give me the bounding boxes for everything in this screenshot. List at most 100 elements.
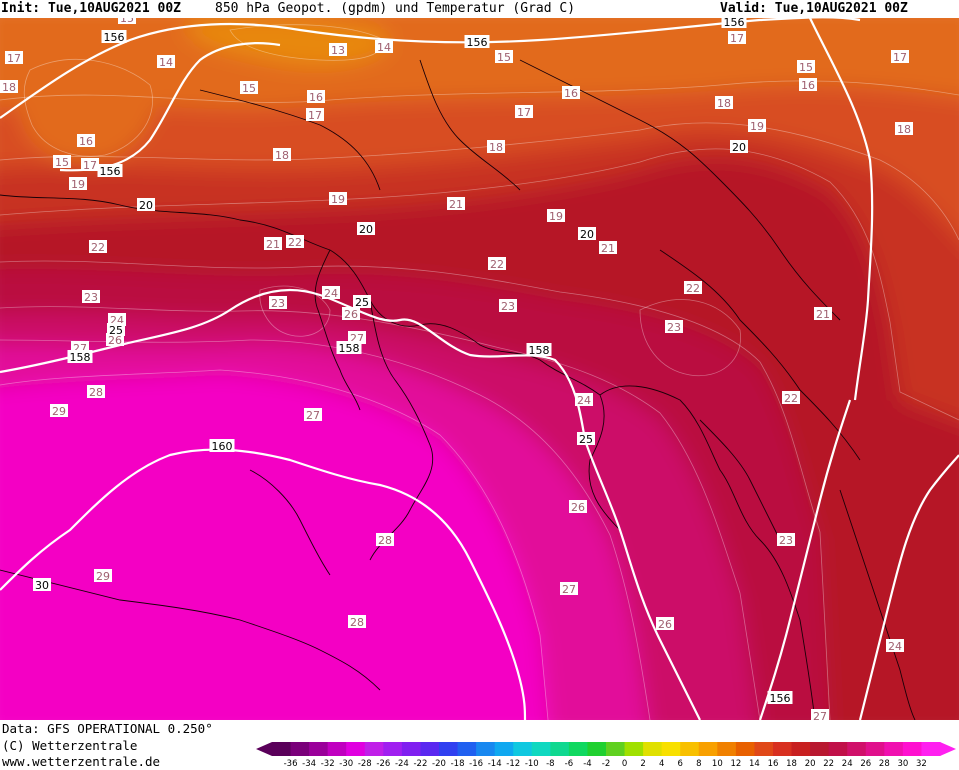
geopot-label-text: 25 (109, 324, 123, 337)
temp-label-20: 18 (273, 148, 291, 162)
legend-tick: -16 (469, 759, 483, 769)
legend-tick: 30 (897, 759, 908, 769)
temp-label-text: 29 (96, 570, 110, 583)
legend-swatch (309, 742, 329, 756)
geopot-label-text: 20 (732, 141, 746, 154)
temp-label-57: 24 (886, 639, 904, 653)
temp-label-text: 22 (784, 392, 798, 405)
legend-swatch (606, 742, 626, 756)
legend-tick: 10 (712, 759, 723, 769)
temp-label-text: 19 (71, 178, 85, 191)
temp-label-56: 26 (656, 617, 674, 631)
legend-swatch (735, 742, 755, 756)
temp-label-38: 26 (342, 307, 360, 321)
geopot-label-13: 25 (577, 432, 595, 446)
legend-swatch (327, 742, 347, 756)
temp-label-9: 16 (799, 78, 817, 92)
temp-label-11: 15 (240, 81, 258, 95)
temp-label-text: 21 (449, 198, 463, 211)
geopot-label-7: 20 (730, 140, 748, 154)
legend-swatch (476, 742, 496, 756)
temp-label-text: 21 (816, 308, 830, 321)
temp-label-13: 16 (562, 86, 580, 100)
legend-swatch (457, 742, 477, 756)
legend-arrow-left (256, 742, 272, 756)
geopot-label-15: 30 (33, 578, 51, 592)
legend-tick: 32 (916, 759, 927, 769)
legend-swatch (661, 742, 681, 756)
geopot-label-text: 156 (100, 165, 121, 178)
temp-label-33: 22 (684, 281, 702, 295)
temp-label-text: 27 (306, 409, 320, 422)
legend-tick: 24 (842, 759, 853, 769)
temp-label-text: 15 (55, 156, 69, 169)
legend-tick: -6 (565, 759, 573, 769)
temp-label-text: 23 (779, 534, 793, 547)
map-footer: Data: GFS OPERATIONAL 0.250° (C) Wetterz… (0, 720, 959, 770)
legend-tick: 12 (730, 759, 741, 769)
geopot-label-10: 158 (67, 350, 93, 364)
temp-label-51: 28 (376, 533, 394, 547)
temp-label-18: 18 (895, 122, 913, 136)
temp-label-text: 17 (517, 106, 531, 119)
temp-label-text: 21 (601, 242, 615, 255)
legend-tick: 18 (786, 759, 797, 769)
geopot-label-text: 25 (579, 433, 593, 446)
geopot-label-text: 20 (359, 223, 373, 236)
legend-swatch (364, 742, 384, 756)
temp-label-text: 24 (888, 640, 902, 653)
geopot-label-text: 156 (104, 31, 125, 44)
temp-label-text: 18 (897, 123, 911, 136)
weather-map: 15 13 14 17 14 15 17 17 15 16 18 15 16 16 17 17 18 19 18 16… (0, 18, 959, 720)
legend-tick: 8 (696, 759, 701, 769)
temp-label-text: 19 (750, 120, 764, 133)
temp-label-text: 16 (309, 91, 323, 104)
legend-swatch (290, 742, 310, 756)
legend-swatch (550, 742, 570, 756)
temp-label-36: 23 (269, 296, 287, 310)
temp-label-text: 14 (377, 41, 391, 54)
legend-arrow-right (940, 742, 956, 756)
legend-tick: -36 (284, 759, 298, 769)
temp-label-text: 22 (686, 282, 700, 295)
geopot-label-text: 30 (35, 579, 49, 592)
temp-label-text: 15 (799, 61, 813, 74)
geopot-label-9: 25 (107, 323, 125, 337)
temp-label-text: 23 (84, 291, 98, 304)
color-legend: -36 -34 -32 -30 -28 -26 -24 -22 -20 -18 -16 -14 -12-… (256, 742, 956, 769)
temp-label-text: 17 (308, 109, 322, 122)
geopot-label-0: 156 (101, 30, 127, 44)
temp-label-text: 15 (120, 18, 134, 25)
geopot-label-text: 156 (467, 36, 488, 49)
temp-label-30: 22 (286, 235, 304, 249)
legend-swatch (494, 742, 514, 756)
legend-tick: -10 (525, 759, 539, 769)
legend-tick: -22 (413, 759, 427, 769)
geopot-label-11: 158 (336, 341, 362, 355)
temp-label-25: 19 (329, 192, 347, 206)
temp-label-58: 27 (811, 709, 829, 720)
legend-tick: -32 (321, 759, 335, 769)
temp-label-10: 18 (0, 80, 18, 94)
legend-swatch (439, 742, 459, 756)
legend-swatch (643, 742, 663, 756)
legend-tick: 14 (749, 759, 760, 769)
legend-swatch (921, 742, 941, 756)
temp-label-28: 22 (89, 240, 107, 254)
geopot-label-text: 25 (355, 296, 369, 309)
temp-label-37: 23 (499, 299, 517, 313)
geopot-label-text: 158 (70, 351, 91, 364)
temp-label-text: 16 (79, 135, 93, 148)
legend-swatch (513, 742, 533, 756)
legend-ticks: -36 -34 -32 -30 -28 -26 -24 -22 -20 -18 -16 -14 -12-… (284, 759, 927, 769)
temp-label-31: 21 (599, 241, 617, 255)
temp-label-text: 17 (893, 51, 907, 64)
legend-tick: -24 (395, 759, 409, 769)
temp-label-text: 29 (52, 405, 66, 418)
temp-label-text: 26 (344, 308, 358, 321)
temp-label-17: 19 (748, 119, 766, 133)
geopot-label-1: 156 (464, 35, 490, 49)
legend-swatch (828, 742, 848, 756)
temp-label-15: 17 (515, 105, 533, 119)
temp-label-22: 15 (53, 155, 71, 169)
